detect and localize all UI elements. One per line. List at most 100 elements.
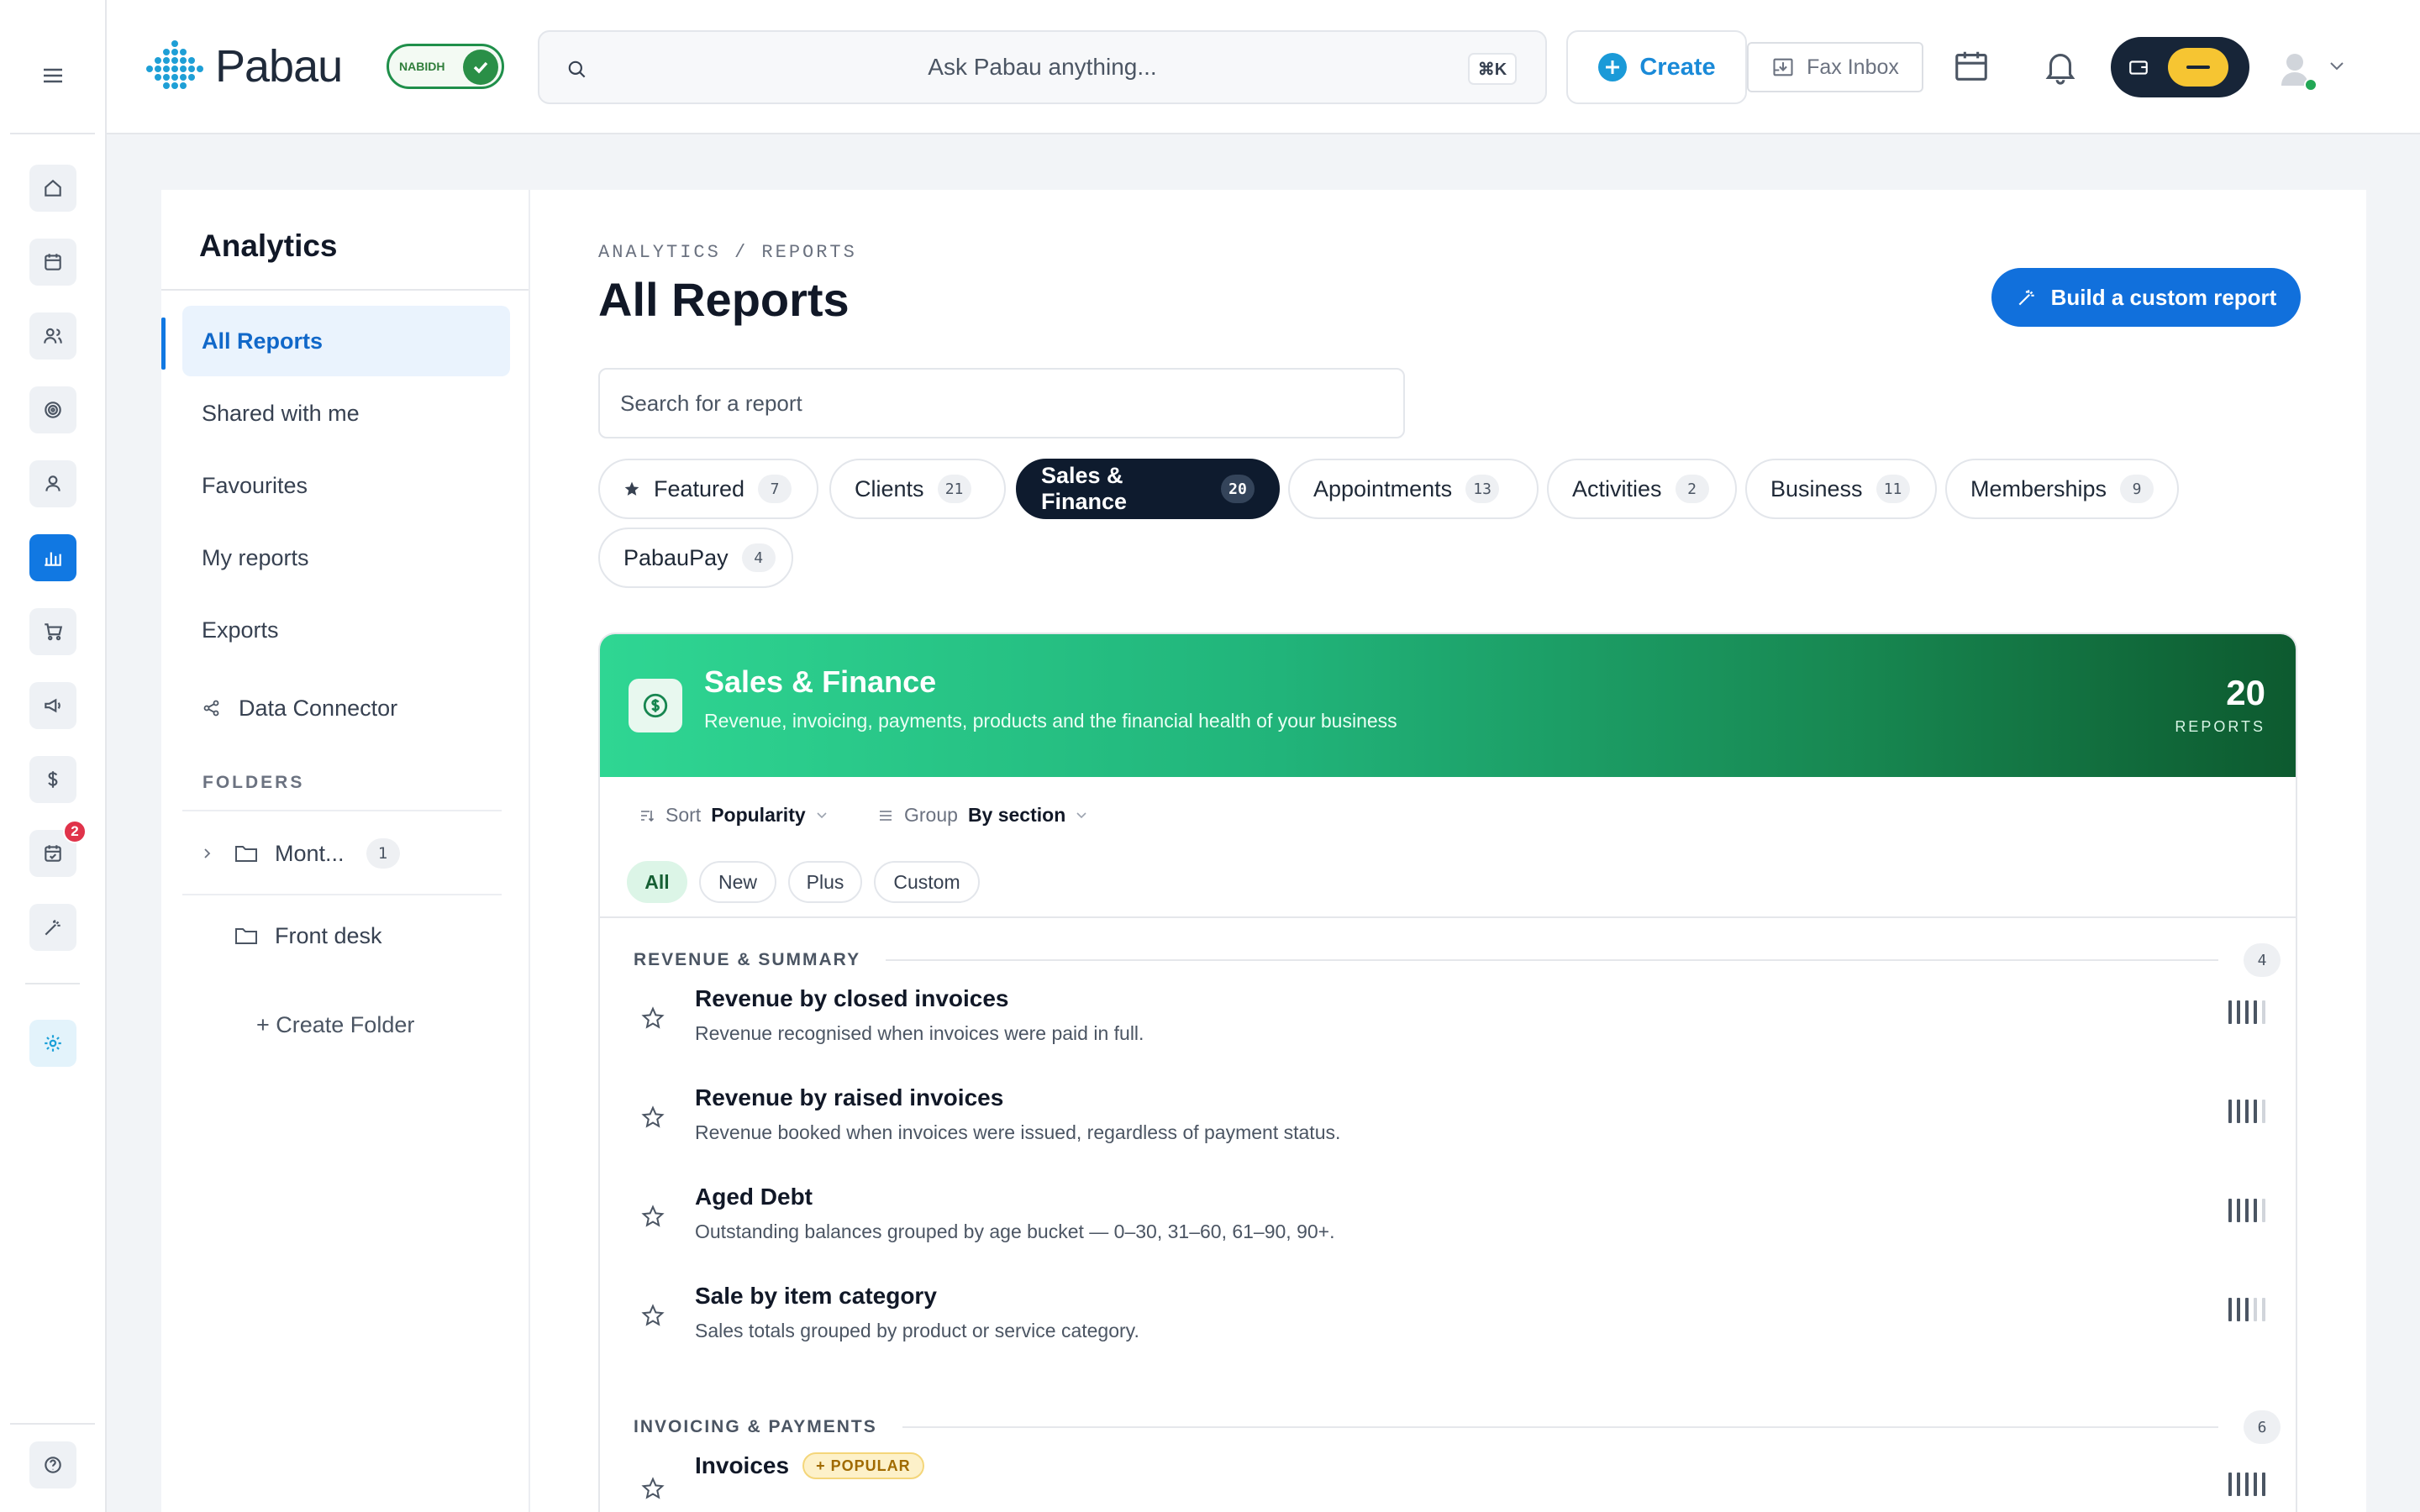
list-icon bbox=[880, 810, 892, 821]
analytics-sidebar: Analytics All Reports Shared with me Fav… bbox=[161, 190, 530, 1512]
chip-label: Activities bbox=[1572, 475, 1662, 501]
create-button[interactable]: Create bbox=[1566, 30, 1747, 104]
sidebar-item-favourites[interactable]: Favourites bbox=[182, 450, 510, 521]
chip-label: Clients bbox=[855, 475, 924, 501]
dollar-circle-icon bbox=[629, 679, 682, 732]
folder-item-front-desk[interactable]: Front desk bbox=[182, 895, 502, 976]
menu-icon[interactable] bbox=[42, 67, 64, 84]
report-title: Aged Debt bbox=[695, 1184, 813, 1210]
nabidh-badge[interactable]: NABIDH bbox=[387, 44, 504, 89]
popularity-bars bbox=[2228, 1000, 2265, 1024]
report-search-input[interactable]: Search for a report bbox=[598, 368, 1405, 438]
help-icon[interactable] bbox=[29, 1441, 76, 1488]
settings-sun-icon[interactable] bbox=[29, 1020, 76, 1067]
chevron-down-icon bbox=[817, 811, 827, 818]
sidebar-item-shared-with-me[interactable]: Shared with me bbox=[182, 378, 510, 449]
data-connector-label: Data Connector bbox=[239, 695, 398, 721]
wallet-toggle[interactable] bbox=[2111, 37, 2249, 97]
report-row[interactable]: Invoices + POPULAR bbox=[600, 1439, 2296, 1512]
create-label: Create bbox=[1639, 53, 1716, 81]
filter-plus[interactable]: Plus bbox=[788, 861, 862, 903]
report-description: Revenue booked when invoices were issued… bbox=[695, 1121, 1341, 1143]
popularity-bars bbox=[2228, 1100, 2265, 1123]
folder-icon bbox=[235, 928, 257, 944]
logo-text: Pabau bbox=[215, 41, 343, 92]
folders-heading: FOLDERS bbox=[203, 773, 305, 792]
category-chip-business[interactable]: Business 11 bbox=[1745, 459, 1937, 519]
section-banner: Sales & Finance Revenue, invoicing, paym… bbox=[600, 634, 2296, 777]
sidebar-item-exports[interactable]: Exports bbox=[182, 595, 510, 665]
plus-circle-icon bbox=[1598, 53, 1628, 81]
popular-badge: + POPULAR bbox=[802, 1452, 924, 1479]
filter-custom[interactable]: Custom bbox=[874, 861, 980, 903]
cart-icon[interactable] bbox=[29, 608, 76, 655]
sidebar-item-my-reports[interactable]: My reports bbox=[182, 522, 510, 593]
calendar-icon[interactable] bbox=[1952, 47, 1991, 86]
chip-count: 9 bbox=[2120, 475, 2154, 503]
global-search-input[interactable]: Ask Pabau anything... ⌘K bbox=[538, 30, 1547, 104]
category-chip-activities[interactable]: Activities 2 bbox=[1547, 459, 1737, 519]
chip-count: 21 bbox=[937, 475, 971, 503]
popularity-bars bbox=[2228, 1199, 2265, 1222]
target-icon[interactable] bbox=[29, 386, 76, 433]
chip-count: 13 bbox=[1465, 475, 1500, 503]
page-title: All Reports bbox=[598, 273, 850, 326]
report-row[interactable]: Revenue by raised invoices Revenue booke… bbox=[600, 1071, 2296, 1170]
star-outline-icon[interactable] bbox=[640, 1005, 666, 1031]
create-folder-button[interactable]: + Create Folder bbox=[182, 984, 502, 1065]
category-chip-appointments[interactable]: Appointments 13 bbox=[1288, 459, 1539, 519]
section-report-count-label: REPORTS bbox=[2175, 718, 2265, 735]
bell-icon[interactable] bbox=[2041, 47, 2080, 86]
category-chip-memberships[interactable]: Memberships 9 bbox=[1945, 459, 2179, 519]
star-outline-icon[interactable] bbox=[640, 1105, 666, 1130]
report-description: Sales totals grouped by product or servi… bbox=[695, 1320, 1139, 1341]
check-icon bbox=[463, 50, 498, 85]
star-outline-icon[interactable] bbox=[640, 1476, 666, 1501]
folder-item-mont[interactable]: Mont... 1 bbox=[182, 813, 502, 894]
calendar-icon[interactable] bbox=[29, 239, 76, 286]
tasks-calendar-icon[interactable]: 2 bbox=[29, 820, 87, 877]
sidebar-item-data-connector[interactable]: Data Connector bbox=[182, 673, 510, 743]
filter-new[interactable]: New bbox=[699, 861, 776, 903]
category-chip-sales-finance[interactable]: Sales & Finance 20 bbox=[1016, 459, 1280, 519]
category-chip-featured[interactable]: Featured 7 bbox=[598, 459, 818, 519]
fax-inbox-button[interactable]: Fax Inbox bbox=[1747, 42, 1923, 92]
star-outline-icon[interactable] bbox=[640, 1204, 666, 1229]
group-dropdown[interactable]: Group By section bbox=[877, 804, 1087, 827]
nabidh-label: NABIDH bbox=[399, 60, 445, 73]
share-nodes-icon bbox=[203, 700, 219, 717]
report-description: Revenue recognised when invoices were pa… bbox=[695, 1022, 1144, 1044]
folder-label: Front desk bbox=[275, 922, 382, 948]
filter-all[interactable]: All bbox=[627, 861, 687, 903]
chip-count: 11 bbox=[1876, 475, 1910, 503]
star-outline-icon[interactable] bbox=[640, 1303, 666, 1328]
report-row[interactable]: Sale by item category Sales totals group… bbox=[600, 1269, 2296, 1368]
report-row[interactable]: Aged Debt Outstanding balances grouped b… bbox=[600, 1170, 2296, 1269]
magic-wand-icon[interactable] bbox=[29, 904, 76, 951]
user-icon[interactable] bbox=[29, 460, 76, 507]
sales-finance-section: Sales & Finance Revenue, invoicing, paym… bbox=[598, 633, 2297, 1512]
section-subtitle: Revenue, invoicing, payments, products a… bbox=[704, 710, 1397, 732]
group-value: By section bbox=[967, 804, 1066, 826]
pabau-logo[interactable]: Pabau bbox=[145, 39, 343, 94]
home-icon[interactable] bbox=[29, 165, 76, 212]
dollar-icon[interactable] bbox=[29, 756, 76, 803]
report-title: Invoices bbox=[695, 1452, 790, 1478]
sort-value: Popularity bbox=[711, 804, 806, 826]
inbox-download-icon bbox=[1773, 58, 1793, 76]
user-avatar[interactable] bbox=[2273, 45, 2349, 92]
megaphone-icon[interactable] bbox=[29, 682, 76, 729]
folder-count: 1 bbox=[366, 838, 400, 869]
chevron-right-icon[interactable] bbox=[201, 847, 214, 860]
sidebar-title: Analytics bbox=[199, 228, 338, 263]
category-chip-pabaupay[interactable]: PabauPay 4 bbox=[598, 528, 793, 588]
sort-dropdown[interactable]: Sort Popularity bbox=[639, 804, 828, 827]
pabau-logo-mark-icon bbox=[146, 40, 203, 89]
analytics-icon[interactable] bbox=[29, 534, 76, 581]
report-row[interactable]: Revenue by closed invoices Revenue recog… bbox=[600, 972, 2296, 1071]
build-custom-report-button[interactable]: Build a custom report bbox=[1991, 268, 2301, 327]
clients-icon[interactable] bbox=[29, 312, 76, 360]
sidebar-item-all-reports[interactable]: All Reports bbox=[182, 306, 510, 376]
build-button-label: Build a custom report bbox=[2050, 284, 2277, 310]
category-chip-clients[interactable]: Clients 21 bbox=[829, 459, 1006, 519]
